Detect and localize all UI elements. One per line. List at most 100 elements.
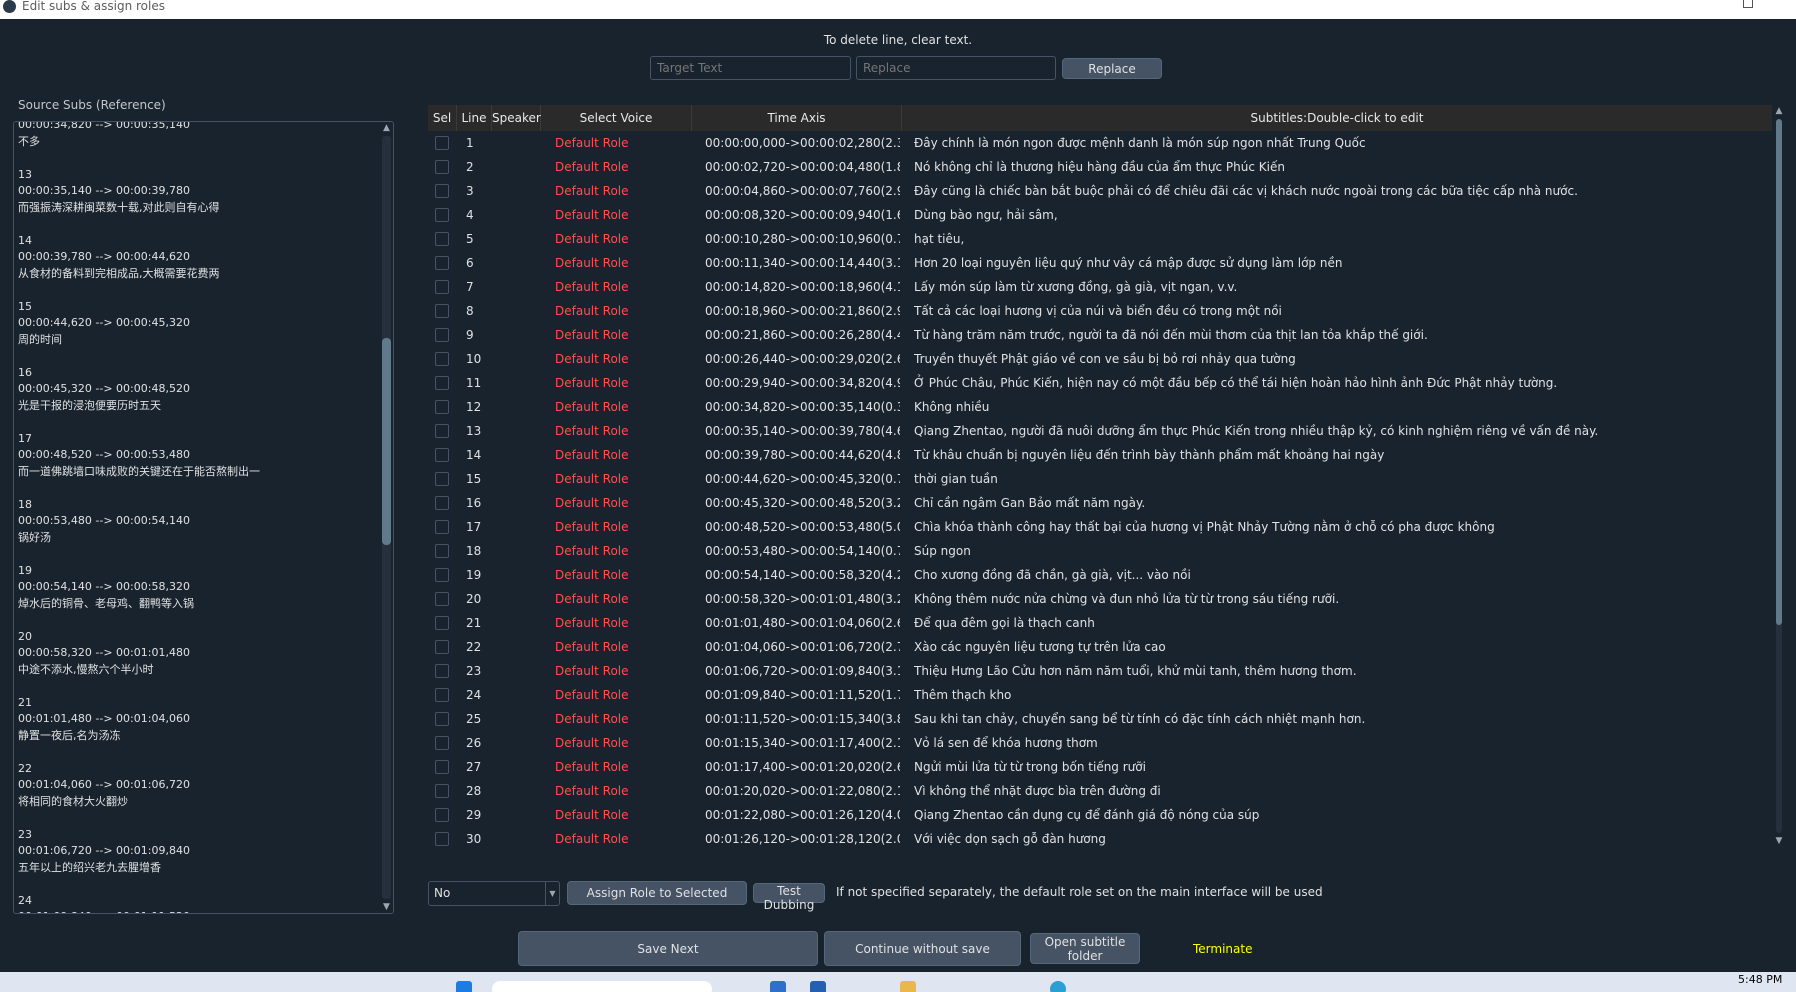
- row-role[interactable]: Default Role: [555, 323, 685, 347]
- table-row[interactable]: 24 Default Role 00:01:09,840->00:01:11,520…: [428, 683, 1772, 707]
- table-row[interactable]: 5 Default Role 00:00:10,280->00:00:10,960(…: [428, 227, 1772, 251]
- row-role[interactable]: Default Role: [555, 491, 685, 515]
- row-select-checkbox[interactable]: [435, 184, 449, 198]
- row-subtitle[interactable]: Lấy món súp làm từ xương đồng, gà già, v…: [914, 275, 1764, 299]
- table-row[interactable]: 14 Default Role 00:00:39,780->00:00:44,620…: [428, 443, 1772, 467]
- row-speaker[interactable]: [492, 659, 541, 683]
- row-role[interactable]: Default Role: [555, 611, 685, 635]
- row-select-checkbox[interactable]: [435, 736, 449, 750]
- row-select-checkbox[interactable]: [435, 712, 449, 726]
- scroll-down-icon[interactable]: ▼: [379, 901, 393, 913]
- row-role[interactable]: Default Role: [555, 251, 685, 275]
- row-role[interactable]: Default Role: [555, 155, 685, 179]
- row-speaker[interactable]: [492, 203, 541, 227]
- row-role[interactable]: Default Role: [555, 227, 685, 251]
- row-speaker[interactable]: [492, 515, 541, 539]
- table-row[interactable]: 6 Default Role 00:00:11,340->00:00:14,440(…: [428, 251, 1772, 275]
- row-role[interactable]: Default Role: [555, 827, 685, 847]
- row-subtitle[interactable]: Vỏ lá sen để khóa hương thơm: [914, 731, 1764, 755]
- row-subtitle[interactable]: Tất cả các loại hương vị của núi và biển…: [914, 299, 1764, 323]
- row-subtitle[interactable]: Cho xương đồng đã chần, gà già, vịt... v…: [914, 563, 1764, 587]
- source-scroll-thumb[interactable]: [382, 338, 391, 545]
- row-role[interactable]: Default Role: [555, 275, 685, 299]
- row-select-checkbox[interactable]: [435, 160, 449, 174]
- table-row[interactable]: 12 Default Role 00:00:34,820->00:00:35,140…: [428, 395, 1772, 419]
- row-subtitle[interactable]: Sau khi tan chảy, chuyển sang bể từ tính…: [914, 707, 1764, 731]
- table-row[interactable]: 11 Default Role 00:00:29,940->00:00:34,820…: [428, 371, 1772, 395]
- browser-icon[interactable]: [1050, 981, 1066, 992]
- row-select-checkbox[interactable]: [435, 520, 449, 534]
- header-select-voice[interactable]: Select Voice: [541, 105, 692, 131]
- table-row[interactable]: 9 Default Role 00:00:21,860->00:00:26,280(…: [428, 323, 1772, 347]
- table-row[interactable]: 19 Default Role 00:00:54,140->00:00:58,320…: [428, 563, 1772, 587]
- row-speaker[interactable]: [492, 635, 541, 659]
- row-subtitle[interactable]: Không nhiều: [914, 395, 1764, 419]
- row-subtitle[interactable]: thời gian tuần: [914, 467, 1764, 491]
- row-speaker[interactable]: [492, 323, 541, 347]
- row-subtitle[interactable]: Vì không thể nhặt được bìa trên đường đi: [914, 779, 1764, 803]
- row-select-checkbox[interactable]: [435, 784, 449, 798]
- row-subtitle[interactable]: Truyền thuyết Phật giáo về con ve sầu bị…: [914, 347, 1764, 371]
- row-subtitle[interactable]: Thêm thạch kho: [914, 683, 1764, 707]
- row-subtitle[interactable]: Dùng bào ngư, hải sâm,: [914, 203, 1764, 227]
- role-select[interactable]: No ▼: [428, 881, 560, 906]
- row-role[interactable]: Default Role: [555, 635, 685, 659]
- row-subtitle[interactable]: Hơn 20 loại nguyên liệu quý như vây cá m…: [914, 251, 1764, 275]
- row-role[interactable]: Default Role: [555, 707, 685, 731]
- row-speaker[interactable]: [492, 419, 541, 443]
- header-line[interactable]: Line: [457, 105, 492, 131]
- row-select-checkbox[interactable]: [435, 424, 449, 438]
- row-role[interactable]: Default Role: [555, 563, 685, 587]
- assign-role-button[interactable]: Assign Role to Selected: [567, 881, 747, 905]
- scroll-up-icon[interactable]: ▲: [1773, 105, 1785, 117]
- table-row[interactable]: 25 Default Role 00:01:11,520->00:01:15,340…: [428, 707, 1772, 731]
- replace-button[interactable]: Replace: [1062, 58, 1162, 79]
- row-subtitle[interactable]: Súp ngon: [914, 539, 1764, 563]
- row-role[interactable]: Default Role: [555, 467, 685, 491]
- row-subtitle[interactable]: Với việc dọn sạch gỗ đàn hương: [914, 827, 1764, 847]
- row-select-checkbox[interactable]: [435, 448, 449, 462]
- row-subtitle[interactable]: Đây chính là món ngon được mệnh danh là …: [914, 131, 1764, 155]
- row-subtitle[interactable]: hạt tiêu,: [914, 227, 1764, 251]
- row-select-checkbox[interactable]: [435, 544, 449, 558]
- row-select-checkbox[interactable]: [435, 328, 449, 342]
- table-row[interactable]: 30 Default Role 00:01:26,120->00:01:28,120…: [428, 827, 1772, 847]
- row-speaker[interactable]: [492, 395, 541, 419]
- row-subtitle[interactable]: Nó không chỉ là thương hiệu hàng đầu của…: [914, 155, 1764, 179]
- row-role[interactable]: Default Role: [555, 203, 685, 227]
- table-row[interactable]: 21 Default Role 00:01:01,480->00:01:04,060…: [428, 611, 1772, 635]
- row-speaker[interactable]: [492, 179, 541, 203]
- row-select-checkbox[interactable]: [435, 616, 449, 630]
- table-row[interactable]: 26 Default Role 00:01:15,340->00:01:17,400…: [428, 731, 1772, 755]
- header-subtitles[interactable]: Subtitles:Double-click to edit: [902, 105, 1772, 131]
- row-subtitle[interactable]: Chìa khóa thành công hay thất bại của hư…: [914, 515, 1764, 539]
- row-role[interactable]: Default Role: [555, 371, 685, 395]
- table-row[interactable]: 28 Default Role 00:01:20,020->00:01:22,080…: [428, 779, 1772, 803]
- header-speaker[interactable]: Speaker: [492, 105, 541, 131]
- folder-icon[interactable]: [900, 981, 916, 992]
- test-dubbing-button[interactable]: Test Dubbing: [753, 883, 825, 912]
- subtitles-table[interactable]: Sel Line Speaker Select Voice Time Axis …: [428, 105, 1786, 847]
- row-speaker[interactable]: [492, 587, 541, 611]
- table-row[interactable]: 15 Default Role 00:00:44,620->00:00:45,320…: [428, 467, 1772, 491]
- row-subtitle[interactable]: Qiang Zhentao, người đã nuôi dưỡng ẩm th…: [914, 419, 1764, 443]
- row-speaker[interactable]: [492, 539, 541, 563]
- row-subtitle[interactable]: Từ khâu chuẩn bị nguyên liệu đến trình b…: [914, 443, 1764, 467]
- store-icon[interactable]: [770, 981, 786, 992]
- row-subtitle[interactable]: Chỉ cần ngâm Gan Bảo mất năm ngày.: [914, 491, 1764, 515]
- row-subtitle[interactable]: Để qua đêm gọi là thạch canh: [914, 611, 1764, 635]
- row-speaker[interactable]: [492, 275, 541, 299]
- row-subtitle[interactable]: Không thêm nước nửa chừng và đun nhỏ lửa…: [914, 587, 1764, 611]
- row-subtitle[interactable]: Qiang Zhentao cần dụng cụ để đánh giá độ…: [914, 803, 1764, 827]
- table-row[interactable]: 18 Default Role 00:00:53,480->00:00:54,140…: [428, 539, 1772, 563]
- row-role[interactable]: Default Role: [555, 587, 685, 611]
- table-row[interactable]: 8 Default Role 00:00:18,960->00:00:21,860(…: [428, 299, 1772, 323]
- source-subs-panel[interactable]: 00:00:34,820 --> 00:00:35,140 不多 13 00:0…: [13, 121, 394, 914]
- row-speaker[interactable]: [492, 803, 541, 827]
- table-scroll-thumb[interactable]: [1776, 119, 1782, 625]
- scroll-up-icon[interactable]: ▲: [379, 122, 393, 134]
- row-role[interactable]: Default Role: [555, 179, 685, 203]
- row-select-checkbox[interactable]: [435, 832, 449, 846]
- row-select-checkbox[interactable]: [435, 760, 449, 774]
- table-row[interactable]: 23 Default Role 00:01:06,720->00:01:09,840…: [428, 659, 1772, 683]
